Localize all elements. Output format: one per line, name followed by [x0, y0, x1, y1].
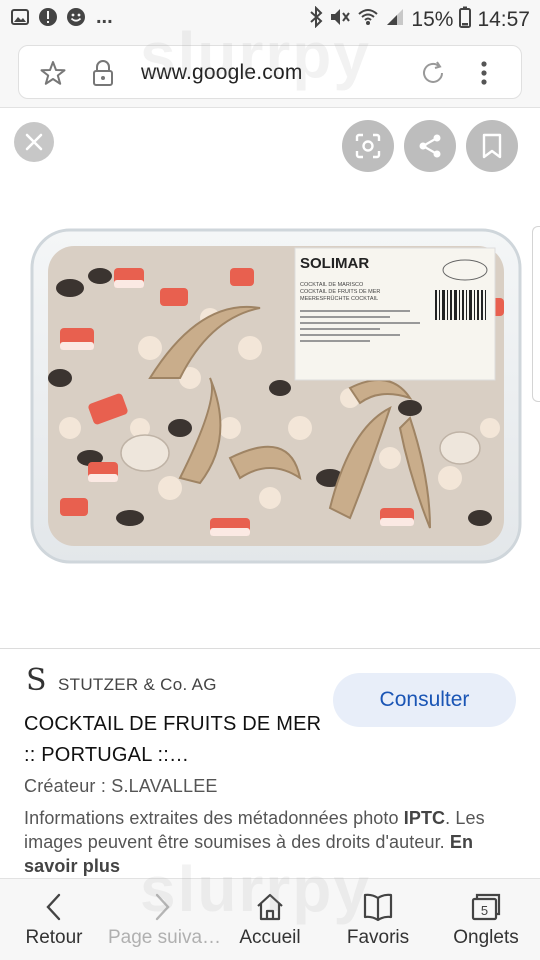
creator-text: Créateur : S.LAVALLEE — [24, 776, 218, 796]
chevron-right-icon — [146, 891, 178, 923]
bookmark-icon — [482, 133, 502, 159]
emoji-icon — [66, 7, 86, 27]
label-line: COCKTAIL DE MARISCO — [300, 282, 364, 288]
image-info-panel: S STUTZER & Co. AG Consulter COCKTAIL DE… — [0, 648, 540, 878]
bookmarks-button[interactable]: Favoris — [324, 879, 432, 960]
tabs-icon: 5 — [470, 891, 502, 923]
save-image-button[interactable] — [466, 120, 518, 172]
chevron-left-icon — [38, 891, 70, 923]
reload-icon[interactable] — [419, 59, 447, 92]
label-line: MEERESFRÜCHTE COCKTAIL — [300, 295, 378, 302]
battery-percent: 15% — [411, 7, 454, 31]
lock-icon[interactable] — [91, 59, 115, 92]
forward-button[interactable]: Page suiva… — [108, 879, 222, 960]
label-brand: SOLIMAR — [300, 255, 369, 272]
url-text[interactable]: www.google.com — [141, 61, 303, 85]
status-bar: ... 15% 14:57 — [0, 0, 540, 38]
back-button[interactable]: Retour — [0, 879, 108, 960]
forward-label: Page suiva… — [108, 927, 222, 948]
home-button[interactable]: Accueil — [216, 879, 324, 960]
battery-icon — [459, 6, 472, 33]
close-icon — [25, 133, 43, 151]
tabs-label: Onglets — [453, 927, 519, 948]
browser-toolbar: www.google.com — [0, 38, 540, 108]
image-viewer: SOLIMAR COCKTAIL DE MARISCO COCKTAIL DE … — [0, 108, 540, 648]
alert-icon — [38, 7, 58, 27]
address-bar[interactable]: www.google.com — [18, 45, 522, 99]
copyright-notice: Informations extraites des métadonnées p… — [24, 806, 514, 878]
back-label: Retour — [25, 927, 83, 948]
share-button[interactable] — [404, 120, 456, 172]
tabs-button[interactable]: 5 Onglets — [432, 879, 540, 960]
notification-icons: ... — [10, 7, 113, 27]
tab-count: 5 — [481, 903, 488, 918]
open-book-icon — [362, 891, 394, 923]
bookmarks-label: Favoris — [346, 927, 410, 948]
home-label: Accueil — [239, 927, 301, 948]
clock: 14:57 — [477, 7, 530, 31]
image-title[interactable]: COCKTAIL DE FRUITS DE MER :: PORTUGAL ::… — [24, 709, 324, 771]
more-notifications-indicator: ... — [96, 6, 113, 28]
close-button[interactable] — [14, 122, 54, 162]
product-image[interactable]: SOLIMAR COCKTAIL DE MARISCO COCKTAIL DE … — [30, 228, 522, 564]
system-icons: 15% 14:57 — [309, 5, 530, 33]
gallery-icon — [10, 7, 30, 27]
consult-button[interactable]: Consulter — [333, 673, 516, 727]
share-icon — [419, 134, 441, 158]
more-options-icon[interactable] — [479, 59, 489, 92]
bookmark-star-icon[interactable] — [39, 59, 67, 92]
lens-icon — [355, 133, 381, 159]
notice-text: Informations extraites des métadonnées p… — [24, 808, 404, 828]
next-image-handle[interactable] — [532, 226, 540, 402]
lens-search-button[interactable] — [342, 120, 394, 172]
label-line: COCKTAIL DE FRUITS DE MER — [300, 289, 380, 295]
wifi-icon — [357, 6, 379, 33]
notice-iptc: IPTC — [403, 808, 446, 828]
source-logo: S — [26, 663, 47, 698]
source-name[interactable]: STUTZER & Co. AG — [58, 675, 217, 695]
browser-bottom-nav: Retour Page suiva… Accueil Favoris 5 Ong… — [0, 878, 540, 960]
home-icon — [254, 891, 286, 923]
mute-icon — [329, 6, 351, 33]
bluetooth-icon — [309, 5, 323, 33]
signal-icon — [385, 7, 405, 32]
